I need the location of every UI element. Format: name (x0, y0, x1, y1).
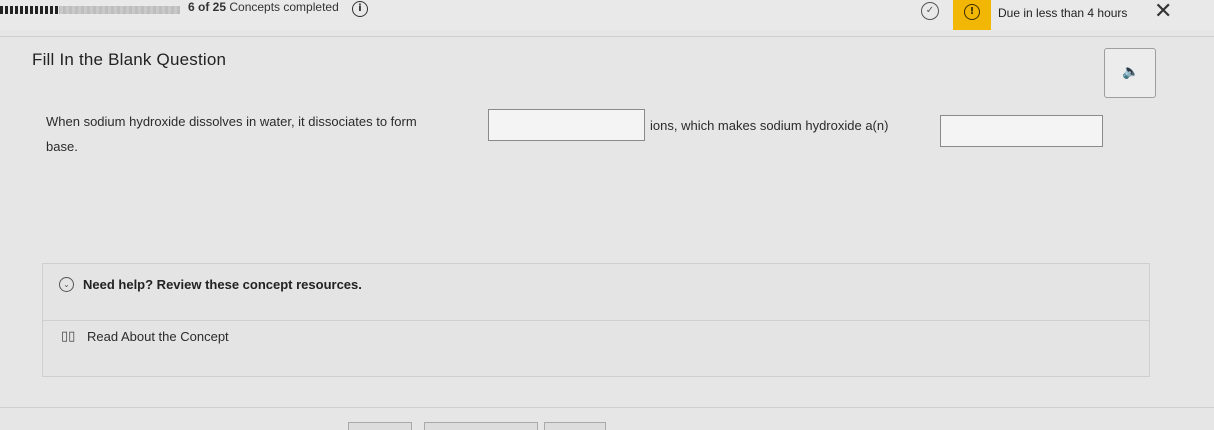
progress-fill (0, 6, 59, 14)
concepts-count: 6 of 25 (188, 0, 227, 14)
bottom-divider (0, 407, 1214, 408)
help-title: Need help? Review these concept resource… (83, 277, 362, 292)
info-icon[interactable]: i (352, 1, 368, 17)
concepts-completed-text: 6 of 25 Concepts completed (188, 0, 339, 14)
question-title: Fill In the Blank Question (32, 50, 227, 69)
resource-label: Read About the Concept (87, 329, 229, 344)
divider (0, 36, 1214, 37)
close-icon[interactable]: ✕ (1154, 1, 1172, 23)
read-aloud-button[interactable]: 🔈 (1104, 48, 1156, 98)
blank-input-1[interactable] (488, 109, 645, 141)
alert-icon: ! (964, 4, 980, 20)
blank-input-2[interactable] (940, 115, 1103, 147)
help-resources-panel: ⌄ Need help? Review these concept resour… (42, 263, 1150, 377)
concept-progress-bar (0, 6, 180, 14)
speaker-icon: 🔈 (1122, 64, 1140, 80)
chevron-down-icon[interactable]: ⌄ (59, 277, 74, 292)
top-status-bar: 6 of 25 Concepts completed i ✓ ! Due in … (0, 0, 1214, 30)
book-icon: ▯▯ (61, 329, 76, 344)
check-circle-icon[interactable]: ✓ (921, 2, 939, 20)
concepts-label: Concepts completed (226, 0, 339, 14)
due-time-text: Due in less than 4 hours (998, 6, 1128, 20)
question-text-part3: base. (46, 139, 78, 154)
question-text-part2: ions, which makes sodium hydroxide a(n) (650, 118, 889, 133)
question-text-part1: When sodium hydroxide dissolves in water… (46, 114, 417, 129)
due-alert-badge: ! (953, 0, 991, 30)
help-header[interactable]: ⌄ Need help? Review these concept resour… (43, 264, 1149, 321)
